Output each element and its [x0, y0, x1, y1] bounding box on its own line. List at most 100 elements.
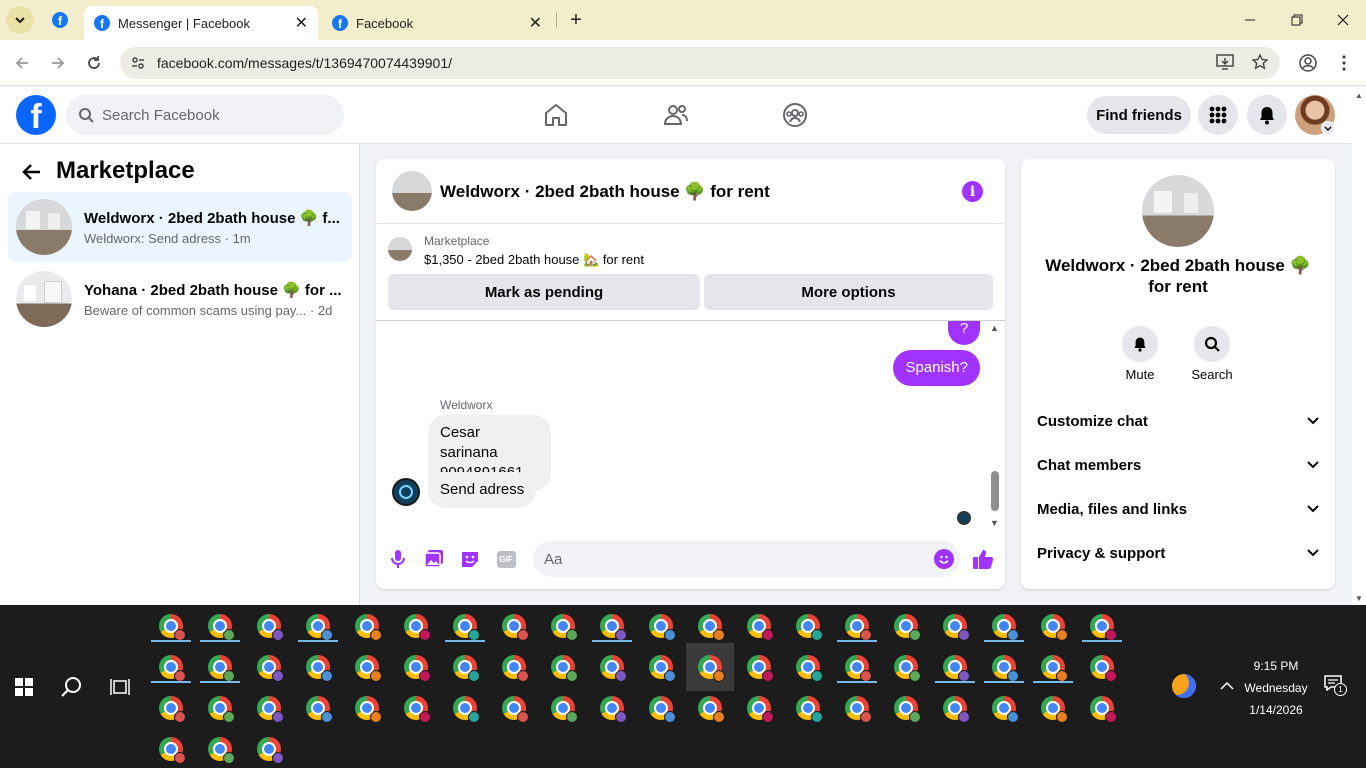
taskbar-chrome-window-button[interactable] — [600, 696, 627, 723]
taskbar-chrome-window-button[interactable] — [1041, 614, 1068, 641]
taskbar-chrome-window-button[interactable] — [837, 655, 877, 683]
taskbar-chrome-window-button[interactable] — [747, 614, 774, 641]
pinned-facebook-tab[interactable]: f — [52, 12, 68, 28]
gif-button[interactable]: GIF — [496, 547, 516, 571]
taskbar-chrome-window-button[interactable] — [200, 614, 240, 642]
taskbar-chrome-window-button[interactable] — [1090, 696, 1117, 723]
close-tab-icon[interactable]: ✕ — [295, 13, 308, 33]
taskbar-chrome-window-button[interactable] — [1082, 614, 1122, 642]
nav-friends[interactable] — [650, 96, 702, 134]
taskbar-chrome-window-button[interactable] — [208, 737, 235, 764]
mute-button[interactable]: Mute — [1120, 326, 1160, 382]
taskbar-chrome-window-button[interactable] — [159, 696, 186, 723]
taskbar-chrome-window-button[interactable] — [551, 696, 578, 723]
profile-button[interactable] — [1296, 51, 1320, 75]
taskbar-chrome-window-button[interactable] — [257, 737, 284, 764]
info-button[interactable]: i — [962, 181, 983, 202]
taskbar-chrome-window-button[interactable] — [551, 614, 578, 641]
taskbar-chrome-window-button[interactable] — [257, 614, 284, 641]
taskbar-chrome-window-button[interactable] — [698, 614, 725, 641]
outgoing-message[interactable]: Spanish? — [893, 350, 980, 386]
more-options-button[interactable]: More options — [704, 274, 993, 310]
account-chevron-icon[interactable] — [1321, 121, 1335, 135]
browser-menu-button[interactable] — [1334, 51, 1354, 75]
taskbar-chrome-window-button[interactable] — [747, 655, 774, 682]
chat-title[interactable]: Weldworx · 2bed 2bath house 🌳 for rent — [440, 182, 770, 202]
taskbar-chrome-window-button[interactable] — [257, 655, 284, 682]
listing-detail[interactable]: $1,350 - 2bed 2bath house 🏡 for rent — [424, 252, 644, 268]
taskbar-chrome-window-button[interactable] — [943, 614, 970, 641]
message-input[interactable]: Aa — [533, 541, 960, 577]
weather-icon[interactable] — [1172, 674, 1196, 698]
nav-groups[interactable] — [769, 96, 821, 134]
taskbar-chrome-window-button[interactable] — [355, 614, 382, 641]
emoji-button[interactable] — [934, 549, 954, 569]
taskbar-chrome-window-button[interactable] — [445, 614, 485, 642]
taskbar-chrome-window-button[interactable] — [404, 655, 431, 682]
listing-avatar[interactable] — [392, 171, 432, 211]
minimize-button[interactable] — [1236, 8, 1264, 32]
reload-button[interactable] — [82, 49, 106, 77]
taskbar-chrome-window-button[interactable] — [984, 614, 1024, 642]
close-tab-icon[interactable]: ✕ — [529, 13, 542, 33]
privacy-support-section[interactable]: Privacy & support — [1037, 535, 1319, 571]
start-button[interactable] — [8, 671, 40, 703]
taskbar-chrome-window-button[interactable] — [649, 655, 676, 682]
taskbar-chrome-window-button[interactable] — [502, 614, 529, 641]
taskbar-chrome-window-button[interactable] — [355, 696, 382, 723]
show-hidden-icons-button[interactable] — [1216, 675, 1238, 697]
tab-facebook[interactable]: f Facebook ✕ — [322, 6, 552, 40]
bookmark-star-icon[interactable] — [1251, 52, 1269, 73]
taskbar-chrome-window-button[interactable] — [992, 696, 1019, 723]
taskbar-chrome-window-button[interactable] — [502, 655, 529, 682]
taskbar-chrome-window-button[interactable] — [837, 614, 877, 642]
notification-center-button[interactable]: 1 — [1324, 675, 1348, 699]
incoming-message[interactable]: Send adress — [428, 472, 537, 508]
mark-as-pending-button[interactable]: Mark as pending — [388, 274, 700, 310]
taskbar-chrome-window-button[interactable] — [151, 655, 191, 683]
taskbar-search-button[interactable] — [56, 671, 88, 703]
taskbar-chrome-window-button[interactable] — [502, 696, 529, 723]
outgoing-message[interactable]: ? — [948, 321, 980, 345]
customize-chat-section[interactable]: Customize chat — [1037, 403, 1319, 439]
taskbar-chrome-window-button[interactable] — [200, 655, 240, 683]
taskbar-chrome-window-button[interactable] — [151, 614, 191, 642]
sender-avatar[interactable] — [392, 478, 420, 506]
taskbar-chrome-window-button[interactable] — [306, 655, 333, 682]
find-friends-button[interactable]: Find friends — [1087, 96, 1191, 134]
taskbar-chrome-window-button[interactable] — [159, 737, 186, 764]
taskbar-chrome-window-button[interactable] — [796, 614, 823, 641]
close-window-button[interactable] — [1329, 8, 1357, 32]
taskbar-chrome-window-button[interactable] — [404, 696, 431, 723]
media-files-links-section[interactable]: Media, files and links — [1037, 491, 1319, 527]
install-app-icon[interactable] — [1216, 53, 1234, 73]
chat-members-section[interactable]: Chat members — [1037, 447, 1319, 483]
sticker-button[interactable] — [460, 547, 480, 571]
taskbar-chrome-window-button[interactable] — [698, 655, 725, 682]
taskbar-chrome-window-button[interactable] — [1033, 655, 1073, 683]
address-bar[interactable]: facebook.com/messages/t/1369470074439901… — [120, 47, 1280, 79]
conversation-item[interactable]: Weldworx · 2bed 2bath house 🌳 f... Weldw… — [8, 192, 352, 262]
taskbar-chrome-window-button[interactable] — [894, 614, 921, 641]
taskbar-chrome-window-button[interactable] — [894, 655, 921, 682]
taskbar-chrome-window-button[interactable] — [208, 696, 235, 723]
menu-button[interactable] — [1198, 95, 1238, 135]
taskbar-chrome-window-button[interactable] — [404, 614, 431, 641]
page-scrollbar[interactable]: ▲ ▼ — [1352, 87, 1366, 605]
taskbar-chrome-window-button[interactable] — [298, 614, 338, 642]
taskbar-chrome-window-button[interactable] — [551, 655, 578, 682]
thread-scrollbar[interactable]: ▲ ▼ — [989, 321, 1001, 529]
voice-clip-button[interactable] — [388, 547, 408, 571]
clock[interactable]: 9:15 PM Wednesday 1/14/2026 — [1240, 655, 1312, 721]
taskbar-chrome-window-button[interactable] — [796, 696, 823, 723]
attach-photo-button[interactable] — [424, 547, 444, 571]
taskbar-chrome-window-button[interactable] — [600, 655, 627, 682]
taskbar-chrome-window-button[interactable] — [935, 655, 975, 683]
taskbar-chrome-window-button[interactable] — [592, 614, 632, 642]
listing-profile-photo[interactable] — [1142, 175, 1214, 247]
facebook-logo[interactable]: f — [16, 95, 56, 135]
nav-home[interactable] — [530, 96, 582, 134]
taskbar-chrome-window-button[interactable] — [984, 655, 1024, 683]
taskbar-chrome-window-button[interactable] — [257, 696, 284, 723]
notifications-button[interactable] — [1247, 95, 1287, 135]
